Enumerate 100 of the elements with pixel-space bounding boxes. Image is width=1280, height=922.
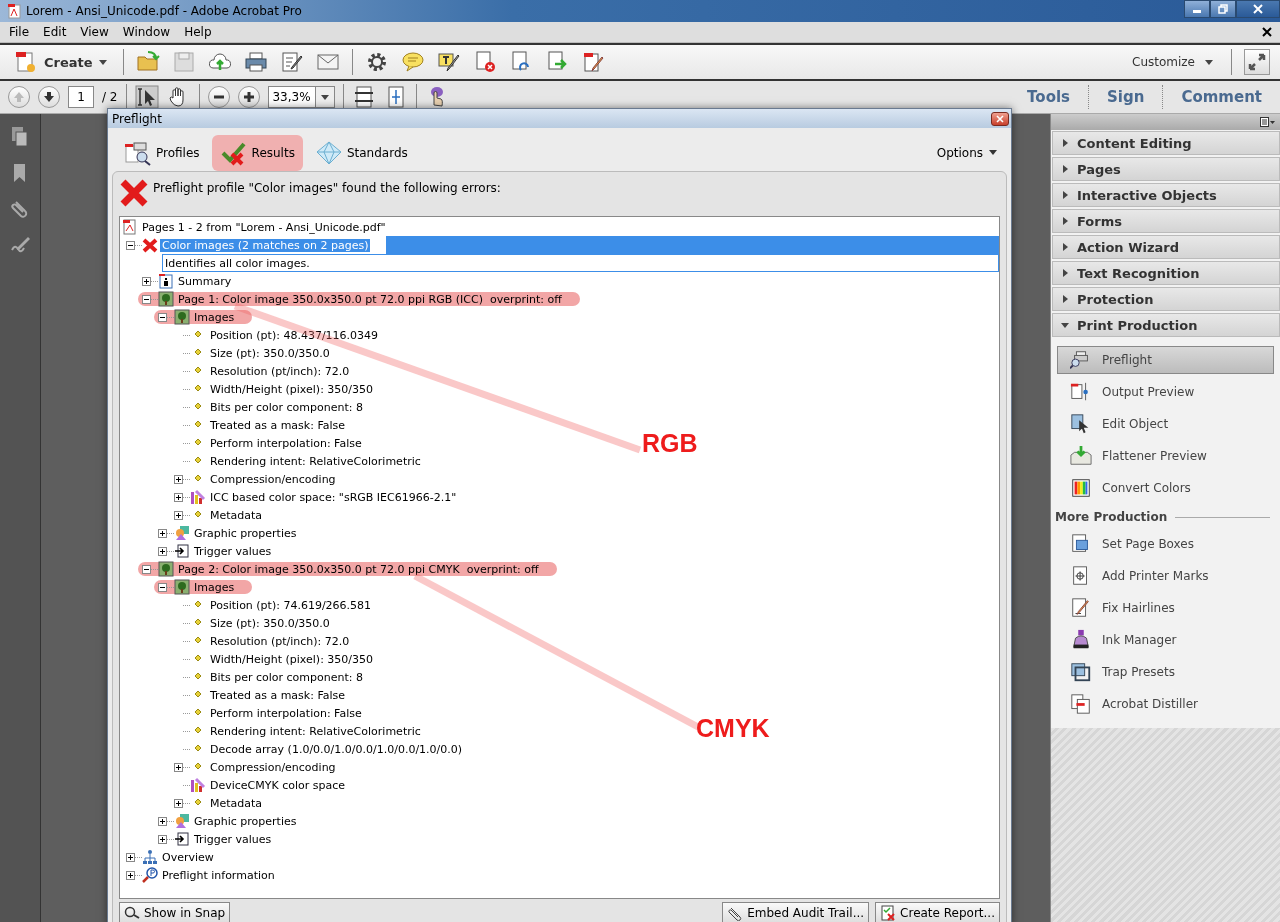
expand-icon[interactable] — [174, 474, 183, 484]
tree-item[interactable]: Width/Height (pixel): 350/350 — [208, 652, 376, 666]
expand-icon[interactable] — [174, 762, 183, 772]
tool-item[interactable]: Fix Hairlines — [1057, 594, 1274, 622]
customize-dropdown[interactable]: Customize — [1126, 54, 1219, 70]
close-button[interactable] — [991, 111, 1009, 126]
tree-item[interactable]: Preflight information — [160, 868, 277, 882]
menu-item[interactable]: File — [2, 25, 37, 39]
tree-item[interactable]: Rendering intent: RelativeColorimetric — [208, 724, 423, 738]
tree-item[interactable]: Resolution (pt/inch): 72.0 — [208, 634, 352, 648]
minimize-button[interactable] — [1184, 0, 1210, 18]
expand-icon[interactable] — [158, 546, 167, 556]
tree-item[interactable]: Perform interpolation: False — [208, 706, 364, 720]
expand-icon[interactable] — [174, 510, 183, 520]
options-dropdown[interactable]: Options — [930, 144, 1003, 161]
zoom-in-button[interactable] — [237, 86, 260, 108]
full-screen-button[interactable] — [1244, 49, 1270, 75]
tab[interactable]: Results — [211, 134, 303, 171]
tree-item[interactable]: Size (pt): 350.0/350.0 — [208, 616, 332, 630]
page-number-field[interactable]: 1 — [68, 86, 94, 108]
tree-item[interactable]: Perform interpolation: False — [208, 436, 364, 450]
speech-bubble-icon[interactable] — [400, 50, 425, 74]
tree-item[interactable]: Images — [192, 580, 237, 594]
tree-item[interactable]: ICC based color space: "sRGB IEC61966-2.1" — [208, 490, 459, 504]
collapse-icon[interactable] — [126, 240, 135, 250]
menu-item[interactable]: Edit — [36, 25, 74, 39]
tree-item[interactable]: Compression/encoding — [208, 760, 338, 774]
dialog-button[interactable]: Create Report... — [875, 902, 1000, 922]
tool-item[interactable]: Output Preview — [1057, 378, 1274, 406]
tool-item[interactable]: Ink Manager — [1057, 626, 1274, 654]
panel-section-header[interactable]: Text Recognition — [1052, 261, 1280, 285]
panel-section-header[interactable]: Interactive Objects — [1052, 183, 1280, 207]
collapse-icon[interactable] — [142, 294, 151, 304]
tree-item[interactable]: Compression/encoding — [208, 472, 338, 486]
panel-menu-icon[interactable] — [1260, 117, 1276, 127]
tree-item[interactable]: Treated as a mask: False — [208, 688, 348, 702]
tree-item[interactable]: Size (pt): 350.0/350.0 — [208, 346, 332, 360]
panel-section-header[interactable]: Forms — [1052, 209, 1280, 233]
document-pen-icon[interactable] — [279, 50, 304, 74]
expand-icon[interactable] — [174, 492, 183, 502]
tab[interactable]: Standards — [306, 134, 416, 171]
collapse-icon[interactable] — [142, 564, 151, 574]
tree-item[interactable]: Graphic properties — [192, 526, 299, 540]
expand-icon[interactable] — [158, 834, 167, 844]
menu-item[interactable]: View — [73, 25, 116, 39]
tree-item[interactable]: Summary — [176, 274, 234, 288]
expand-icon[interactable] — [126, 870, 135, 880]
tree-item[interactable]: Position (pt): 74.619/266.581 — [208, 598, 374, 612]
tree-item[interactable]: Overview — [160, 850, 216, 864]
zoom-field[interactable]: 33,3% — [267, 86, 316, 108]
paperclip-icon[interactable] — [10, 198, 30, 220]
tool-item[interactable]: Edit Object — [1057, 410, 1274, 438]
panel-section-header[interactable]: Content Editing — [1052, 131, 1280, 155]
create-button[interactable]: Create — [10, 48, 111, 76]
pane-tab[interactable]: Sign — [1097, 88, 1155, 106]
dialog-button[interactable]: Embed Audit Trail... — [722, 902, 870, 922]
dialog-button[interactable]: Show in Snap — [119, 902, 231, 922]
zoom-out-button[interactable] — [207, 86, 230, 108]
tree-item[interactable]: Resolution (pt/inch): 72.0 — [208, 364, 352, 378]
tree-item[interactable]: Images — [192, 310, 237, 324]
next-page-button[interactable] — [38, 86, 60, 108]
menu-item[interactable]: Help — [177, 25, 219, 39]
tree-item[interactable]: Trigger values — [192, 544, 274, 558]
pane-tab[interactable]: Comment — [1171, 88, 1272, 106]
tool-item[interactable]: Acrobat Distiller — [1057, 690, 1274, 718]
tree-item[interactable]: Page 1: Color image 350.0x350.0 pt 72.0 ppi RGB (ICC) overprint: off — [176, 292, 564, 306]
tree-item[interactable]: Width/Height (pixel): 350/350 — [208, 382, 376, 396]
tool-item[interactable]: Convert Colors — [1057, 474, 1274, 502]
expand-icon[interactable] — [126, 852, 135, 862]
select-cursor-icon[interactable] — [134, 85, 159, 109]
tool-item[interactable]: Add Printer Marks — [1057, 562, 1274, 590]
tool-item[interactable]: Flattener Preview — [1057, 442, 1274, 470]
folder-icon[interactable] — [135, 50, 160, 74]
tree-item[interactable]: Page 2: Color image 350.0x350.0 pt 72.0 ppi CMYK overprint: off — [176, 562, 541, 576]
panel-section-header[interactable]: Print Production — [1052, 313, 1280, 337]
tree-item[interactable]: Decode array (1.0/0.0/1.0/0.0/1.0/0.0/1.0/0.0) — [208, 742, 465, 756]
printer-icon[interactable] — [243, 50, 268, 74]
pages-icon[interactable] — [10, 126, 30, 148]
expand-icon[interactable] — [142, 276, 151, 286]
tree-item[interactable]: Bits per color component: 8 — [208, 670, 365, 684]
tool-item[interactable]: Set Page Boxes — [1057, 530, 1274, 558]
tree-item[interactable]: Metadata — [208, 508, 265, 522]
panel-section-header[interactable]: Pages — [1052, 157, 1280, 181]
close-icon[interactable] — [1262, 27, 1272, 37]
tree-item[interactable]: Position (pt): 48.437/116.0349 — [208, 328, 381, 342]
close-button[interactable] — [1236, 0, 1280, 18]
tab[interactable]: Profiles — [116, 134, 208, 171]
collapse-icon[interactable] — [158, 312, 167, 322]
tree-item[interactable]: Metadata — [208, 796, 265, 810]
tree-item[interactable]: Rendering intent: RelativeColorimetric — [208, 454, 423, 468]
expand-icon[interactable] — [174, 798, 183, 808]
tool-item[interactable]: Trap Presets — [1057, 658, 1274, 686]
pane-tab[interactable]: Tools — [1017, 88, 1080, 106]
restore-button[interactable] — [1210, 0, 1236, 18]
tool-item[interactable]: Preflight — [1057, 346, 1274, 374]
expand-icon[interactable] — [158, 816, 167, 826]
tree-item[interactable]: DeviceCMYK color space — [208, 778, 348, 792]
collapse-icon[interactable] — [158, 582, 167, 592]
tree-item[interactable]: Treated as a mask: False — [208, 418, 348, 432]
menu-item[interactable]: Window — [115, 25, 178, 39]
